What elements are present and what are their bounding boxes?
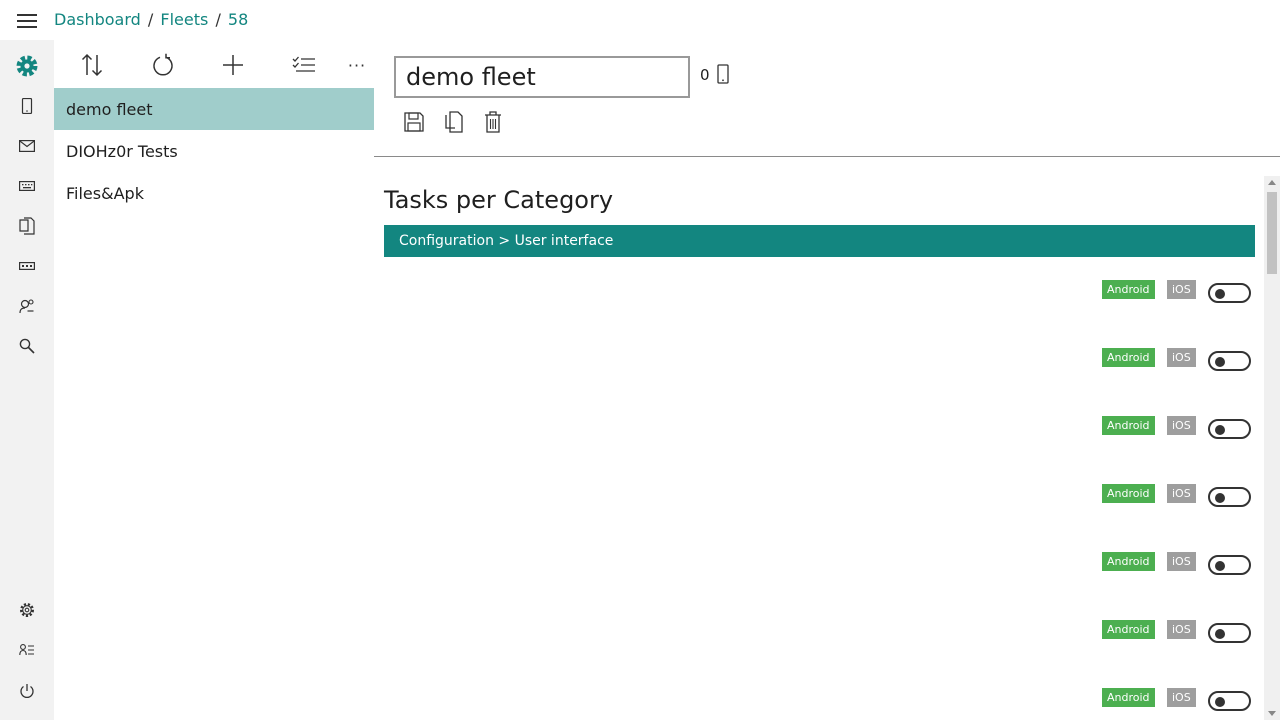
task-toggle[interactable] bbox=[1208, 351, 1251, 371]
rail-users[interactable] bbox=[0, 286, 54, 326]
ios-badge: iOS bbox=[1167, 552, 1196, 571]
fleet-list-item[interactable]: DIOHz0r Tests bbox=[54, 130, 374, 172]
tasks-section-title: Tasks per Category bbox=[384, 186, 614, 214]
android-badge: Android bbox=[1102, 552, 1155, 571]
breadcrumb-separator: / bbox=[147, 10, 154, 29]
device-count: 0 bbox=[700, 66, 710, 84]
copy-icon bbox=[445, 111, 463, 133]
task-toggle[interactable] bbox=[1208, 555, 1251, 575]
refresh-button[interactable] bbox=[150, 52, 176, 78]
toggle-knob bbox=[1215, 357, 1225, 367]
toggle-knob bbox=[1215, 561, 1225, 571]
task-row: Android iOS bbox=[384, 688, 1255, 718]
category-label: Configuration > User interface bbox=[399, 233, 614, 249]
list-toolbar: ··· bbox=[54, 40, 374, 88]
task-toggle[interactable] bbox=[1208, 283, 1251, 303]
scrollbar-thumb[interactable] bbox=[1267, 192, 1277, 274]
rail-search[interactable] bbox=[0, 326, 54, 366]
task-toggle[interactable] bbox=[1208, 691, 1251, 711]
device-icon bbox=[21, 98, 33, 114]
select-items-button[interactable] bbox=[291, 52, 317, 78]
save-icon bbox=[404, 112, 424, 132]
files-icon bbox=[19, 217, 35, 235]
rail-fleets[interactable] bbox=[0, 46, 54, 86]
sort-button[interactable] bbox=[79, 52, 105, 78]
breadcrumb: Dashboard / Fleets / 58 bbox=[54, 10, 248, 29]
top-bar: Dashboard / Fleets / 58 bbox=[0, 0, 1280, 40]
toggle-knob bbox=[1215, 493, 1225, 503]
more-options-button[interactable]: ··· bbox=[344, 52, 370, 78]
users-icon bbox=[19, 299, 34, 314]
android-badge: Android bbox=[1102, 416, 1155, 435]
task-row: Android iOS bbox=[384, 416, 1255, 446]
settings-icon bbox=[19, 602, 35, 618]
license-icon bbox=[19, 262, 35, 271]
device-icon bbox=[717, 64, 729, 84]
ios-badge: iOS bbox=[1167, 348, 1196, 367]
scroll-down-arrow-icon[interactable] bbox=[1268, 711, 1276, 716]
account-list-icon bbox=[19, 644, 34, 656]
search-icon bbox=[19, 338, 35, 354]
sort-icon bbox=[81, 53, 103, 77]
rail-account[interactable] bbox=[0, 630, 54, 670]
navigation-rail bbox=[0, 40, 54, 720]
rail-applications[interactable] bbox=[0, 246, 54, 286]
breadcrumb-fleets-link[interactable]: Fleets bbox=[160, 10, 208, 29]
checklist-icon bbox=[292, 56, 315, 72]
fleet-list-item[interactable]: Files&Apk bbox=[54, 172, 374, 214]
android-badge: Android bbox=[1102, 280, 1155, 299]
task-toggle[interactable] bbox=[1208, 487, 1251, 507]
task-row: Android iOS bbox=[384, 348, 1255, 378]
divider bbox=[374, 156, 1280, 157]
hamburger-menu-icon[interactable] bbox=[17, 14, 37, 28]
refresh-icon bbox=[153, 53, 173, 76]
task-row: Android iOS bbox=[384, 620, 1255, 650]
vertical-scrollbar[interactable] bbox=[1264, 176, 1280, 720]
ios-badge: iOS bbox=[1167, 280, 1196, 299]
scroll-up-arrow-icon[interactable] bbox=[1268, 180, 1276, 185]
android-badge: Android bbox=[1102, 688, 1155, 707]
toggle-knob bbox=[1215, 289, 1225, 299]
task-row: Android iOS bbox=[384, 484, 1255, 514]
toggle-knob bbox=[1215, 425, 1225, 435]
breadcrumb-dashboard-link[interactable]: Dashboard bbox=[54, 10, 141, 29]
ios-badge: iOS bbox=[1167, 484, 1196, 503]
keyboard-icon bbox=[19, 181, 35, 192]
rail-settings[interactable] bbox=[0, 590, 54, 630]
delete-button[interactable] bbox=[482, 110, 504, 134]
task-row: Android iOS bbox=[384, 280, 1255, 310]
rail-devices[interactable] bbox=[0, 86, 54, 126]
android-badge: Android bbox=[1102, 484, 1155, 503]
ios-badge: iOS bbox=[1167, 688, 1196, 707]
category-header[interactable]: Configuration > User interface bbox=[384, 225, 1255, 257]
breadcrumb-current-id[interactable]: 58 bbox=[228, 10, 248, 29]
rail-files[interactable] bbox=[0, 206, 54, 246]
add-icon bbox=[223, 55, 243, 75]
save-button[interactable] bbox=[403, 110, 425, 134]
ios-badge: iOS bbox=[1167, 620, 1196, 639]
fleet-list-item[interactable]: demo fleet bbox=[54, 88, 374, 130]
fleets-gear-icon bbox=[16, 55, 38, 77]
android-badge: Android bbox=[1102, 348, 1155, 367]
delete-icon bbox=[485, 111, 501, 133]
fleet-name-input[interactable] bbox=[394, 56, 690, 98]
ios-badge: iOS bbox=[1167, 416, 1196, 435]
toggle-knob bbox=[1215, 629, 1225, 639]
mail-icon bbox=[19, 140, 35, 152]
task-toggle[interactable] bbox=[1208, 623, 1251, 643]
task-toggle[interactable] bbox=[1208, 419, 1251, 439]
add-fleet-button[interactable] bbox=[220, 52, 246, 78]
power-icon bbox=[20, 684, 34, 698]
rail-logout[interactable] bbox=[0, 671, 54, 711]
breadcrumb-separator: / bbox=[215, 10, 221, 29]
toggle-knob bbox=[1215, 697, 1225, 707]
fleet-detail: 0 Tasks per Category Configuration > Use… bbox=[374, 40, 1280, 720]
android-badge: Android bbox=[1102, 620, 1155, 639]
rail-keyboard[interactable] bbox=[0, 166, 54, 206]
rail-invitations[interactable] bbox=[0, 126, 54, 166]
duplicate-button[interactable] bbox=[443, 110, 465, 134]
fleet-list-panel: ··· demo fleet DIOHz0r Tests Files&Apk bbox=[54, 40, 374, 720]
task-row: Android iOS bbox=[384, 552, 1255, 582]
